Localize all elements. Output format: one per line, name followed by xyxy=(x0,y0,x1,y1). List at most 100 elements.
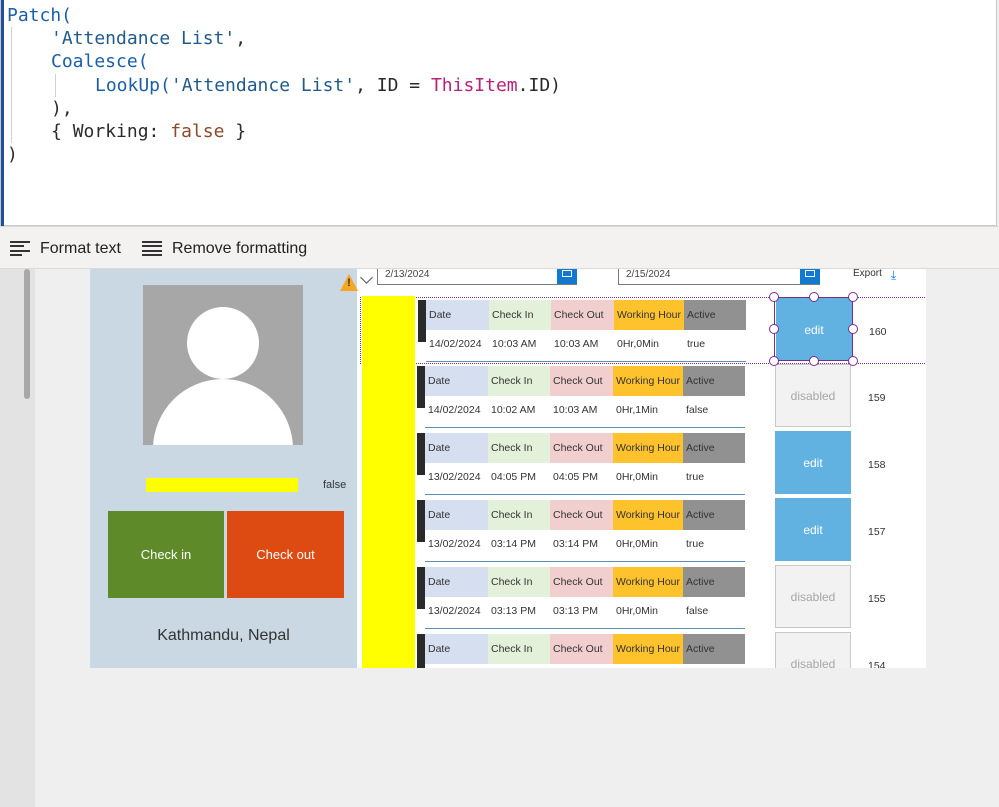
cell-date: 13/02/2024 xyxy=(428,471,481,483)
resize-handle[interactable] xyxy=(769,324,779,334)
date-from-picker[interactable]: 2/13/2024 xyxy=(377,269,577,285)
export-button[interactable]: Export xyxy=(853,269,882,279)
calendar-icon[interactable] xyxy=(557,269,577,284)
table-row[interactable]: Date Check In Check Out Working Hour Active 1… xyxy=(360,431,926,498)
header-check-in: Check In xyxy=(489,300,551,330)
calendar-icon[interactable] xyxy=(800,269,820,284)
formula-editor[interactable]: Patch('Attendance List', Coalesce(LookUp(… xyxy=(0,0,997,226)
code-token: .ID) xyxy=(517,74,562,96)
cell-check-out: 10:03 AM xyxy=(554,338,599,350)
record-id: 154 xyxy=(868,660,886,668)
edit-button[interactable]: edit xyxy=(775,498,851,561)
cell-working-hour: 0Hr,0Min xyxy=(616,605,659,617)
row-thumbnail xyxy=(418,300,426,342)
row-thumbnail xyxy=(417,500,425,542)
code-token: 'Attendance List' xyxy=(51,28,236,50)
edit-button[interactable]: edit xyxy=(776,298,852,361)
table-row[interactable]: Date Check In Check Out Working Hour Active 1… xyxy=(360,565,926,632)
code-token: Coalesce( xyxy=(51,51,149,73)
resize-handle[interactable] xyxy=(848,292,858,302)
record-id: 157 xyxy=(868,526,886,538)
header-check-in: Check In xyxy=(488,500,550,530)
code-line-4: LookUp('Attendance List', ID = ThisItem.… xyxy=(7,73,562,97)
disabled-button[interactable]: disabled xyxy=(775,364,851,427)
cell-date: 14/02/2024 xyxy=(428,404,481,416)
code-token: { xyxy=(51,120,73,142)
remove-formatting-icon xyxy=(142,240,162,257)
header-date: Date xyxy=(426,300,489,330)
code-token: Working: xyxy=(72,120,171,142)
record-id: 158 xyxy=(868,459,886,471)
table-row[interactable]: Date Check In Check Out Working Hour Active 1… xyxy=(360,364,926,431)
cell-check-in: 04:05 PM xyxy=(491,471,536,483)
cell-check-out: 04:05 PM xyxy=(553,471,598,483)
resize-handle[interactable] xyxy=(769,292,779,302)
row-thumbnail xyxy=(417,634,425,668)
code-token: false xyxy=(170,120,225,142)
redaction-highlight xyxy=(362,296,415,668)
cell-active: true xyxy=(686,471,705,483)
code-line-1: Patch( xyxy=(7,4,561,27)
cell-check-in: 10:03 AM xyxy=(492,338,537,350)
resize-handle[interactable] xyxy=(848,356,858,366)
resize-handle[interactable] xyxy=(809,292,819,302)
check-out-button[interactable]: Check out xyxy=(227,511,344,598)
row-divider xyxy=(425,427,745,428)
cell-working-hour: 0Hr,1Min xyxy=(616,404,659,416)
row-thumbnail xyxy=(417,567,425,609)
resize-handle[interactable] xyxy=(809,356,819,366)
row-divider xyxy=(425,628,745,629)
code-token: ), xyxy=(51,97,73,119)
formula-toolbar: Format text Remove formatting xyxy=(0,226,999,269)
redacted-user-name xyxy=(146,478,298,492)
header-date: Date xyxy=(425,567,488,597)
format-text-icon xyxy=(10,240,30,257)
download-icon[interactable]: ⤓ xyxy=(891,269,896,283)
table-row[interactable]: Date Check In Check Out Working Hour Active d… xyxy=(360,632,926,668)
header-active: Active xyxy=(683,500,745,530)
header-working-hour: Working Hour xyxy=(613,500,683,530)
date-to-picker[interactable]: 2/15/2024 xyxy=(618,269,820,285)
resize-handle[interactable] xyxy=(769,356,779,366)
user-panel: false Check in Check out Kathmandu, Nepa… xyxy=(90,269,357,668)
header-date: Date xyxy=(425,634,488,664)
formula-code[interactable]: Patch('Attendance List', Coalesce(LookUp(… xyxy=(7,4,561,166)
check-in-button[interactable]: Check in xyxy=(108,511,224,598)
location-label: Kathmandu, Nepal xyxy=(157,627,290,644)
resize-handle[interactable] xyxy=(848,324,858,334)
header-check-in: Check In xyxy=(488,366,550,396)
disabled-button[interactable]: disabled xyxy=(775,565,851,628)
edit-button[interactable]: edit xyxy=(775,431,851,494)
warning-mark: ! xyxy=(347,277,351,289)
indent-guide xyxy=(11,96,12,120)
row-thumbnail xyxy=(417,366,425,408)
cell-check-in: 03:14 PM xyxy=(491,538,536,550)
chevron-down-icon[interactable] xyxy=(360,271,373,284)
indent-guide xyxy=(11,119,12,144)
header-active: Active xyxy=(684,300,746,330)
table-row[interactable]: Date Check In Check Out Working Hour Active 1… xyxy=(360,498,926,565)
user-status-label: false xyxy=(323,479,347,491)
cell-check-out: 03:13 PM xyxy=(553,605,598,617)
header-working-hour: Working Hour xyxy=(613,366,683,396)
row-divider xyxy=(425,561,745,562)
code-token: ThisItem xyxy=(430,74,518,96)
header-date: Date xyxy=(425,500,488,530)
record-id: 159 xyxy=(868,392,886,404)
header-check-out: Check Out xyxy=(551,300,614,330)
disabled-button[interactable]: disabled xyxy=(775,632,851,668)
header-check-out: Check Out xyxy=(550,433,613,463)
cell-date: 14/02/2024 xyxy=(429,338,482,350)
format-text-label: Format text xyxy=(40,239,121,257)
remove-formatting-button[interactable]: Remove formatting xyxy=(142,227,307,270)
record-id: 160 xyxy=(869,326,887,338)
table-row[interactable]: Date Check In Check Out Working Hour Active 1… xyxy=(360,297,926,364)
indent-guide xyxy=(11,50,12,74)
format-text-button[interactable]: Format text xyxy=(10,227,121,270)
code-token: Patch( xyxy=(7,5,73,26)
header-active: Active xyxy=(683,433,745,463)
scrollbar-thumb[interactable] xyxy=(24,269,30,399)
code-token: , ID = xyxy=(355,74,431,96)
avatar-head-shape xyxy=(187,307,259,379)
app-screen: false Check in Check out Kathmandu, Nepa… xyxy=(90,269,926,668)
